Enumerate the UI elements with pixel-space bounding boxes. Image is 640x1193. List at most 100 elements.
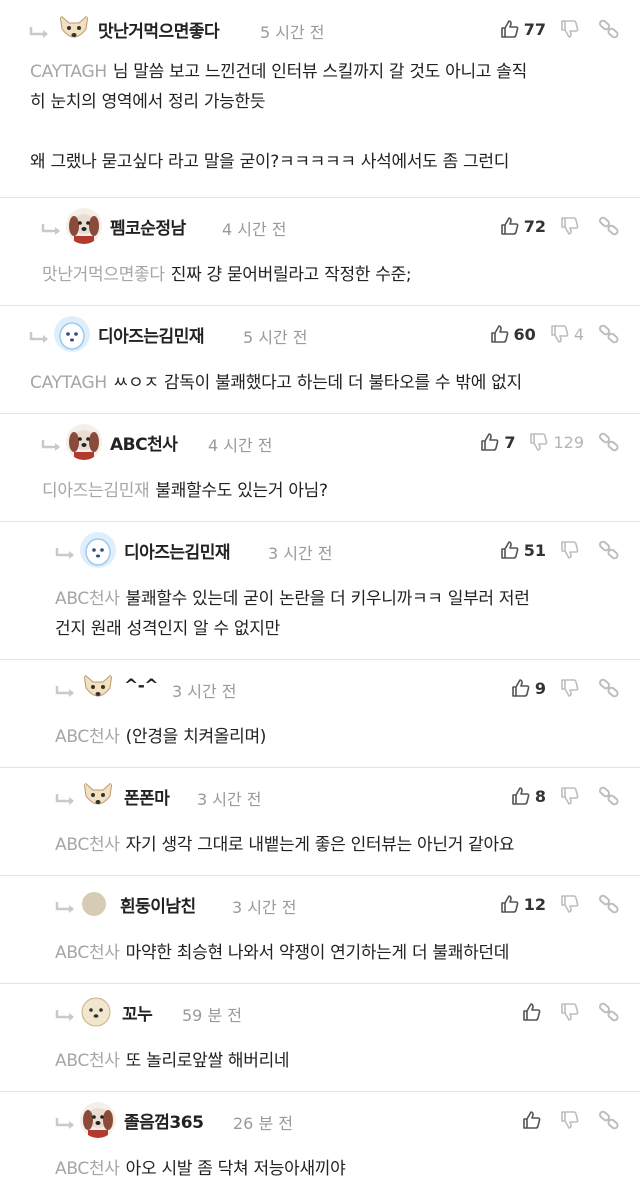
like-count: 77 bbox=[523, 19, 546, 39]
like-button[interactable]: 60 bbox=[490, 324, 536, 344]
comment-mention[interactable]: ABC천사 bbox=[55, 727, 120, 747]
like-button[interactable]: 72 bbox=[500, 216, 546, 236]
avatar[interactable] bbox=[80, 996, 112, 1028]
like-button[interactable]: 51 bbox=[500, 540, 546, 560]
comment-mention[interactable]: CAYTAGH bbox=[30, 373, 107, 393]
comment-body: 진짜 걍 묻어버릴라고 작정한 수준; bbox=[170, 265, 412, 285]
comment-time: 5 시간 전 bbox=[260, 23, 325, 42]
comment-text: ABC천사 마약한 최승현 나와서 약쟁이 연기하는게 더 불쾌하던데 bbox=[55, 938, 630, 968]
avatar[interactable] bbox=[80, 1102, 116, 1138]
like-count: 60 bbox=[513, 324, 536, 344]
comment-item: 꼬누 59 분 전 ABC천사 또 놀리로앞쌀 해버리네 bbox=[0, 984, 640, 1092]
comment-nickname[interactable]: ^-^ bbox=[124, 676, 159, 696]
dislike-button[interactable] bbox=[560, 786, 584, 806]
share-button[interactable] bbox=[598, 324, 620, 344]
reply-arrow-icon bbox=[54, 1116, 78, 1130]
comment-nickname[interactable]: 꼬누 bbox=[122, 1000, 153, 1025]
thumbs-up-icon bbox=[511, 786, 531, 806]
comment-mention[interactable]: ABC천사 bbox=[55, 1051, 120, 1071]
like-button[interactable] bbox=[522, 1110, 546, 1130]
thumbs-up-icon bbox=[522, 1002, 542, 1022]
comment-text: 디아즈는김민재 불쾌할수도 있는거 아님? bbox=[42, 476, 622, 506]
avatar[interactable] bbox=[80, 532, 116, 568]
link-icon bbox=[598, 1110, 620, 1130]
comment-nickname[interactable]: 펨코순정남 bbox=[110, 214, 186, 239]
avatar[interactable] bbox=[80, 670, 116, 706]
thumbs-up-icon bbox=[500, 894, 520, 914]
comment-nickname[interactable]: 졸음껌365 bbox=[124, 1108, 204, 1133]
like-button[interactable]: 7 bbox=[480, 432, 515, 452]
comment-mention[interactable]: CAYTAGH bbox=[30, 62, 107, 82]
thumbs-up-icon bbox=[500, 540, 520, 560]
dislike-count: 129 bbox=[553, 432, 584, 452]
dislike-button[interactable] bbox=[560, 540, 584, 560]
link-icon bbox=[598, 540, 620, 560]
dislike-button[interactable] bbox=[560, 894, 584, 914]
like-count: 51 bbox=[523, 540, 546, 560]
avatar[interactable] bbox=[80, 890, 108, 918]
link-icon bbox=[598, 19, 620, 39]
dislike-button[interactable]: 129 bbox=[529, 432, 584, 452]
avatar[interactable] bbox=[66, 208, 102, 244]
share-button[interactable] bbox=[598, 678, 620, 698]
comment-nickname[interactable]: 디아즈는김민재 bbox=[124, 538, 230, 563]
comment-text: ABC천사 아오 시발 좀 닥쳐 저능아새끼야 bbox=[55, 1154, 630, 1184]
share-button[interactable] bbox=[598, 894, 620, 914]
avatar[interactable] bbox=[66, 424, 102, 460]
comment-mention[interactable]: 디아즈는김민재 bbox=[42, 481, 150, 501]
comment-text: CAYTAGH 님 말씀 보고 느낀건데 인터뷰 스킬까지 갈 것도 아니고 솔직… bbox=[30, 57, 620, 177]
dislike-button[interactable] bbox=[560, 216, 584, 236]
thumbs-down-icon bbox=[560, 678, 580, 698]
dislike-button[interactable] bbox=[560, 19, 584, 39]
comment-nickname[interactable]: 맛난거먹으면좋다 bbox=[98, 17, 220, 42]
link-icon bbox=[598, 786, 620, 806]
thumbs-down-icon bbox=[560, 894, 580, 914]
share-button[interactable] bbox=[598, 19, 620, 39]
reply-arrow-icon bbox=[54, 900, 78, 914]
avatar[interactable] bbox=[56, 11, 92, 47]
thumbs-down-icon bbox=[560, 540, 580, 560]
reply-arrow-icon bbox=[28, 25, 52, 39]
comment-mention[interactable]: ABC천사 bbox=[55, 835, 120, 855]
comment-item: 졸음껌365 26 분 전 ABC천사 아오 시발 좀 닥쳐 저능아새끼야 bbox=[0, 1092, 640, 1193]
comment-nickname[interactable]: 디아즈는김민재 bbox=[98, 322, 204, 347]
comment-mention[interactable]: 맛난거먹으면좋다 bbox=[42, 265, 165, 285]
like-button[interactable]: 12 bbox=[500, 894, 546, 914]
comment-item: 맛난거먹으면좋다 5 시간 전 77 CAYTAGH 님 말씀 보고 느낀건데 인… bbox=[0, 0, 640, 198]
comment-item: 펨코순정남 4 시간 전 72 맛난거먹으면좋다 진짜 걍 묻어버릴라고 작정한 … bbox=[0, 198, 640, 306]
comment-mention[interactable]: ABC천사 bbox=[55, 943, 120, 963]
share-button[interactable] bbox=[598, 540, 620, 560]
avatar[interactable] bbox=[80, 778, 116, 814]
comment-mention[interactable]: ABC천사 bbox=[55, 1159, 120, 1179]
reply-arrow-icon bbox=[54, 1008, 78, 1022]
share-button[interactable] bbox=[598, 216, 620, 236]
thumbs-up-icon bbox=[522, 1110, 542, 1130]
share-button[interactable] bbox=[598, 1002, 620, 1022]
thumbs-up-icon bbox=[511, 678, 531, 698]
share-button[interactable] bbox=[598, 432, 620, 452]
comment-mention[interactable]: ABC천사 bbox=[55, 589, 120, 609]
avatar[interactable] bbox=[54, 316, 90, 352]
dislike-button[interactable] bbox=[560, 1002, 584, 1022]
share-button[interactable] bbox=[598, 1110, 620, 1130]
comment-nickname[interactable]: 흰둥이남친 bbox=[120, 892, 196, 917]
dislike-button[interactable]: 4 bbox=[550, 324, 584, 344]
comment-item: 흰둥이남친 3 시간 전 12 ABC천사 마약한 최승현 나와서 약쟁이 연기하… bbox=[0, 876, 640, 984]
comment-text: CAYTAGH ㅆㅇㅈ 감독이 불쾌했다고 하는데 더 불타오를 수 밖에 없지 bbox=[30, 368, 625, 398]
like-button[interactable] bbox=[522, 1002, 546, 1022]
reply-arrow-icon bbox=[54, 684, 78, 698]
link-icon bbox=[598, 678, 620, 698]
comment-nickname[interactable]: ABC천사 bbox=[110, 430, 178, 455]
like-count: 7 bbox=[504, 432, 516, 452]
thumbs-down-icon bbox=[550, 324, 570, 344]
like-button[interactable]: 9 bbox=[511, 678, 546, 698]
dislike-button[interactable] bbox=[560, 1110, 584, 1130]
comment-body: 불쾌할수 있는데 굳이 논란을 더 키우니까ㅋㅋ 일부러 저런 건지 원래 성격… bbox=[55, 589, 530, 639]
like-button[interactable]: 8 bbox=[511, 786, 546, 806]
dislike-button[interactable] bbox=[560, 678, 584, 698]
comment-nickname[interactable]: 폰폰마 bbox=[124, 784, 170, 809]
share-button[interactable] bbox=[598, 786, 620, 806]
comment-body: (안경을 치켜올리며) bbox=[125, 727, 267, 747]
link-icon bbox=[598, 324, 620, 344]
like-button[interactable]: 77 bbox=[500, 19, 546, 39]
